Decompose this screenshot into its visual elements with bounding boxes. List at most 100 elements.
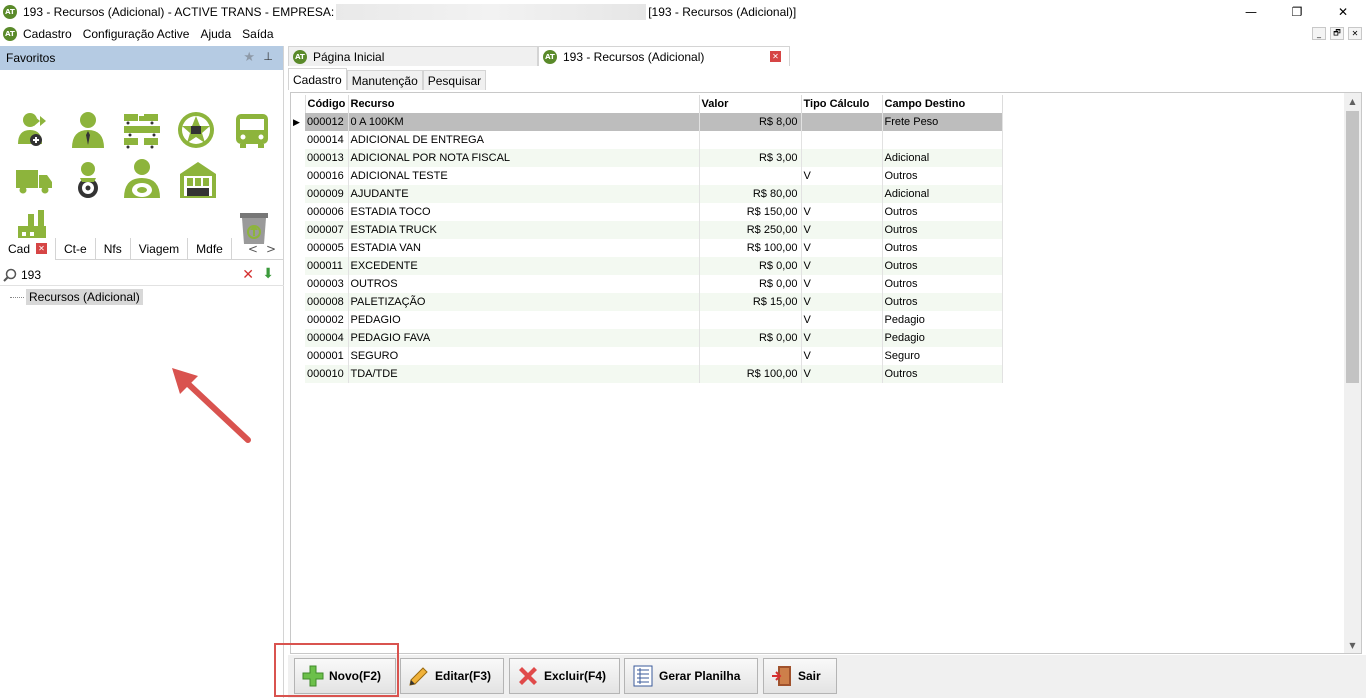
pencil-icon [407,664,431,688]
cell-codigo: 000014 [305,131,349,149]
cell-valor: R$ 3,00 [699,149,802,167]
badge-truck-icon[interactable] [176,110,216,150]
clear-search-icon[interactable]: ✕ [242,267,254,283]
employee-icon[interactable] [68,110,108,150]
cell-codigo: 000001 [305,347,349,365]
table-row[interactable]: 000006 ESTADIA TOCO R$ 150,00 V Outros [293,203,1003,221]
tab-cte[interactable]: Ct-e [56,237,96,260]
tab-cad-label: Cad [8,241,31,256]
tab-recursos-adicional[interactable]: AT 193 - Recursos (Adicional) ✕ [538,46,790,66]
novo-button[interactable]: Novo(F2) [294,658,396,694]
cell-recurso: TDA/TDE [348,365,700,383]
bus-icon[interactable] [232,110,272,150]
table-row[interactable]: 000014 ADICIONAL DE ENTREGA [293,131,1003,149]
cell-recurso: ESTADIA TOCO [348,203,700,221]
cell-valor: R$ 8,00 [699,113,802,131]
editar-button[interactable]: Editar(F3) [400,658,504,694]
tab-nfs[interactable]: Nfs [96,237,131,260]
minimize-button[interactable]: — [1228,0,1274,24]
search-input[interactable] [21,267,221,282]
sair-button[interactable]: Sair [763,658,837,694]
table-row[interactable]: 000002 PEDAGIO V Pedagio [293,311,1003,329]
cell-recurso: ESTADIA TRUCK [348,221,700,239]
fleet-icon[interactable] [122,110,162,150]
tab-cad[interactable]: Cad ✕ [0,237,57,260]
app-logo-icon: AT [543,49,557,64]
tab-pagina-inicial[interactable]: AT Página Inicial [288,46,538,66]
cell-recurso: PALETIZAÇÃO [348,293,700,311]
search-bar: ✕ ⬇ [0,264,284,286]
row-indicator [293,347,305,365]
table-row[interactable]: 000016 ADICIONAL TESTE V Outros [293,167,1003,185]
chevron-right-icon[interactable]: > [266,242,276,256]
menu-cadastro[interactable]: Cadastro [23,27,72,41]
plus-icon [301,664,325,688]
cell-tipo-calculo [801,131,883,149]
close-icon[interactable]: ✕ [36,243,48,254]
motorista-icon[interactable] [122,158,162,198]
sair-label: Sair [798,669,821,683]
table-row[interactable]: ▶ 000012 0 A 100KM R$ 8,00 Frete Peso [293,113,1003,131]
scroll-up-icon[interactable]: ▲ [1344,93,1361,109]
column-header-campo-destino[interactable]: Campo Destino [882,95,1003,113]
table-row[interactable]: 000013 ADICIONAL POR NOTA FISCAL R$ 3,00 Ad… [293,149,1003,167]
pin-icon[interactable]: ⊥ [263,50,273,63]
truck-icon[interactable] [14,160,54,200]
row-indicator [293,311,305,329]
search-go-icon[interactable]: ⬇ [262,266,274,282]
table-body: ▶ 000012 0 A 100KM R$ 8,00 Frete Peso 000014 A… [293,113,1003,383]
cell-codigo: 000005 [305,239,349,257]
table-row[interactable]: 000008 PALETIZAÇÃO R$ 15,00 V Outros [293,293,1003,311]
gerar-planilha-label: Gerar Planilha [659,669,741,683]
row-indicator [293,275,305,293]
scroll-down-icon[interactable]: ▼ [1344,637,1361,653]
close-tab-icon[interactable]: ✕ [770,51,781,62]
tree-item-recursos[interactable]: Recursos (Adicional) [26,289,143,305]
column-header-recurso[interactable]: Recurso [348,95,700,113]
app-logo-icon: AT [293,49,307,64]
table-row[interactable]: 000011 EXCEDENTE R$ 0,00 V Outros [293,257,1003,275]
tab-scroll-arrows: < > [248,242,284,256]
tab-mdfe[interactable]: Mdfe [188,237,232,260]
tab-cadastro[interactable]: Cadastro [288,68,347,90]
tab-viagem[interactable]: Viagem [131,237,189,260]
menu-saida[interactable]: Saída [242,27,273,41]
table-row[interactable]: 000001 SEGURO V Seguro [293,347,1003,365]
table-row[interactable]: 000007 ESTADIA TRUCK R$ 250,00 V Outros [293,221,1003,239]
chevron-left-icon[interactable]: < [248,242,258,256]
menu-ajuda[interactable]: Ajuda [200,27,231,41]
table-row[interactable]: 000009 AJUDANTE R$ 80,00 Adicional [293,185,1003,203]
cell-codigo: 000012 [305,113,349,131]
tab-pesquisar[interactable]: Pesquisar [422,70,487,90]
tab-manutencao[interactable]: Manutenção [346,70,423,90]
excluir-button[interactable]: Excluir(F4) [509,658,620,694]
cell-campo-destino: Outros [882,221,1003,239]
gerar-planilha-button[interactable]: Gerar Planilha [624,658,758,694]
column-header-codigo[interactable]: Código [305,95,349,113]
close-window-button[interactable]: ✕ [1320,0,1366,24]
mdi-minimize-button[interactable]: _ [1312,27,1326,40]
table-row[interactable]: 000004 PEDAGIO FAVA R$ 0,00 V Pedagio [293,329,1003,347]
mdi-close-button[interactable]: ✕ [1348,27,1362,40]
table-row[interactable]: 000005 ESTADIA VAN R$ 100,00 V Outros [293,239,1003,257]
vertical-scrollbar[interactable]: ▲ ▼ [1344,93,1361,653]
window-title-prefix: 193 - Recursos (Adicional) - ACTIVE TRAN… [23,5,335,19]
app-logo-icon: AT [3,5,17,19]
table-row[interactable]: 000003 OUTROS R$ 0,00 V Outros [293,275,1003,293]
star-icon[interactable]: ★ [243,50,255,65]
cell-campo-destino: Pedagio [882,329,1003,347]
mdi-restore-button[interactable]: 🗗 [1330,27,1344,40]
menu-configuracao[interactable]: Configuração Active [83,27,190,41]
warehouse-icon[interactable] [178,160,218,200]
cell-tipo-calculo: V [801,221,883,239]
driver-icon[interactable] [68,160,108,200]
column-header-valor[interactable]: Valor [699,95,802,113]
table-row[interactable]: 000010 TDA/TDE R$ 100,00 V Outros [293,365,1003,383]
row-indicator [293,293,305,311]
add-user-icon[interactable] [14,110,54,150]
editar-label: Editar(F3) [435,669,492,683]
resources-table: Código Recurso Valor Tipo Cálculo Campo … [293,95,1003,383]
maximize-button[interactable]: ❐ [1274,0,1320,24]
scroll-thumb[interactable] [1346,111,1359,383]
column-header-tipo-calculo[interactable]: Tipo Cálculo [801,95,883,113]
